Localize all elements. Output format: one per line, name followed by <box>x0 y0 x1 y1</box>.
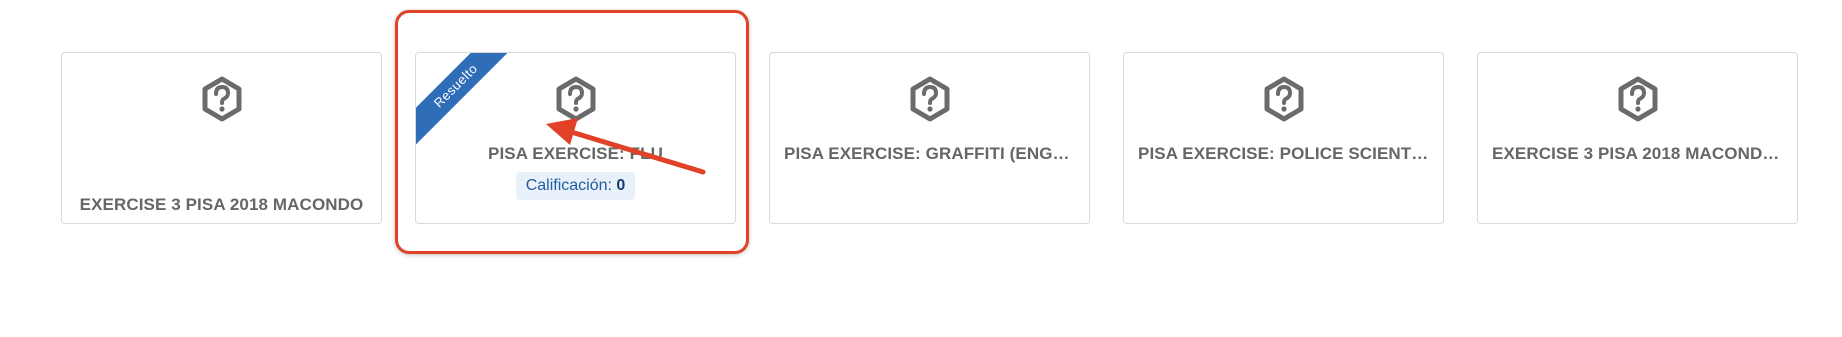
question-hexagon-icon <box>910 76 949 122</box>
exercise-title: PISA EXERCISE: GRAFFITI (ENGLISH) <box>784 144 1075 163</box>
grade-value: 0 <box>616 177 626 194</box>
exercise-title: PISA EXERCISE: POLICE SCIENTIFIC... <box>1138 144 1429 163</box>
exercise-card[interactable]: PISA EXERCISE: GRAFFITI (ENGLISH) <box>769 52 1090 224</box>
exercise-card-solved[interactable]: Resuelto PISA EXERCISE: FLU Calificación… <box>415 52 736 224</box>
exercise-title: PISA EXERCISE: FLU <box>488 144 663 163</box>
question-hexagon-icon <box>202 76 241 122</box>
question-hexagon-icon <box>1618 76 1657 122</box>
question-hexagon-icon <box>1264 76 1303 122</box>
exercise-title: EXERCISE 3 PISA 2018 MACONDO_... <box>1492 144 1783 163</box>
question-hexagon-icon <box>556 76 595 122</box>
grade-badge: Calificación: 0 <box>515 172 636 200</box>
exercise-card[interactable]: EXERCISE 3 PISA 2018 MACONDO <box>61 52 382 224</box>
exercise-card[interactable]: PISA EXERCISE: POLICE SCIENTIFIC... <box>1123 52 1444 224</box>
exercise-title: EXERCISE 3 PISA 2018 MACONDO <box>79 195 364 214</box>
exercise-gallery: EXERCISE 3 PISA 2018 MACONDO Resuelto PI… <box>0 0 1842 337</box>
solved-ribbon: Resuelto <box>416 53 522 152</box>
exercise-card[interactable]: EXERCISE 3 PISA 2018 MACONDO_... <box>1477 52 1798 224</box>
grade-label: Calificación: <box>525 177 612 194</box>
